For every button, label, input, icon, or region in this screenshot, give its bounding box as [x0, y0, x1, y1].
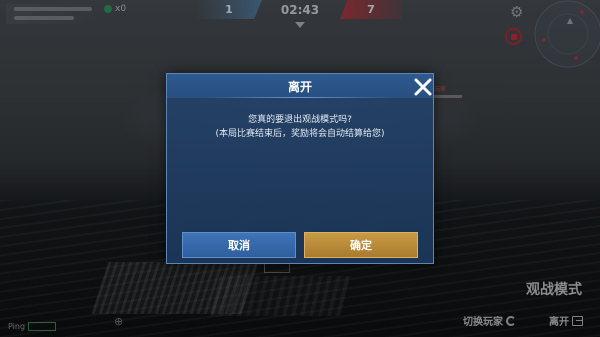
leave-confirm-dialog: 离开 您真的要退出观战模式吗? (本局比赛结束后，奖励将会自动结算给您) 取消 … — [166, 73, 434, 264]
dialog-message: 您真的要退出观战模式吗? (本局比赛结束后，奖励将会自动结算给您) — [167, 113, 433, 141]
cancel-button[interactable]: 取消 — [182, 232, 296, 258]
dialog-message-line-2: (本局比赛结束后，奖励将会自动结算给您) — [215, 129, 385, 139]
confirm-button[interactable]: 确定 — [304, 232, 418, 258]
dialog-message-line-1: 您真的要退出观战模式吗? — [248, 115, 352, 125]
close-icon[interactable] — [412, 76, 434, 98]
dialog-header: 离开 — [167, 74, 433, 98]
dialog-title: 离开 — [287, 80, 312, 94]
game-viewport: x0 1 02:43 7 ⚙ 玩家 Ping ⊕ 观战模式 切换玩家 离开 离开 — [0, 0, 600, 337]
